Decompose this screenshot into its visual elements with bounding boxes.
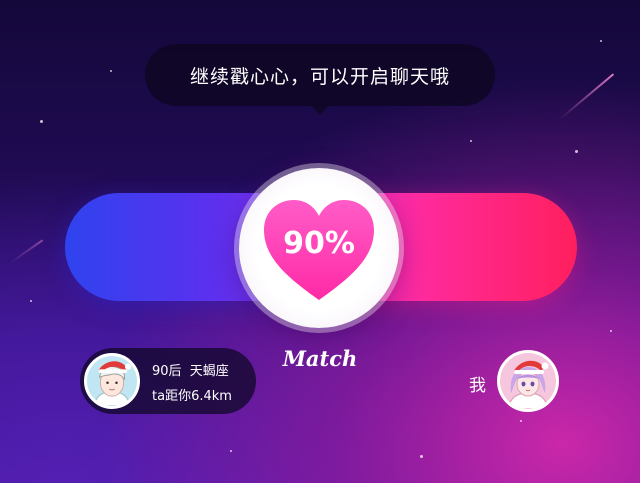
other-user-avatar[interactable] — [84, 353, 140, 409]
match-percent: 90% — [283, 226, 355, 261]
match-label: Match — [282, 346, 358, 371]
shooting-star — [9, 239, 44, 264]
other-user-distance: ta距你6.4km — [152, 389, 232, 404]
other-user-age-group: 90后 — [152, 364, 182, 379]
other-user-card[interactable]: 90后 天蝎座 ta距你6.4km — [80, 348, 256, 414]
other-user-info: 90后 天蝎座 — [152, 360, 229, 379]
self-user-label: 我 — [469, 376, 486, 396]
avatar-boy-icon — [87, 356, 137, 406]
hint-tooltip-text: 继续戳心心，可以开启聊天哦 — [189, 65, 450, 88]
shooting-star — [559, 73, 615, 120]
other-user-zodiac: 天蝎座 — [189, 364, 229, 379]
hint-tooltip: 继续戳心心，可以开启聊天哦 — [145, 44, 495, 115]
avatar-girl-icon — [500, 353, 556, 409]
self-user-avatar[interactable] — [497, 350, 559, 412]
